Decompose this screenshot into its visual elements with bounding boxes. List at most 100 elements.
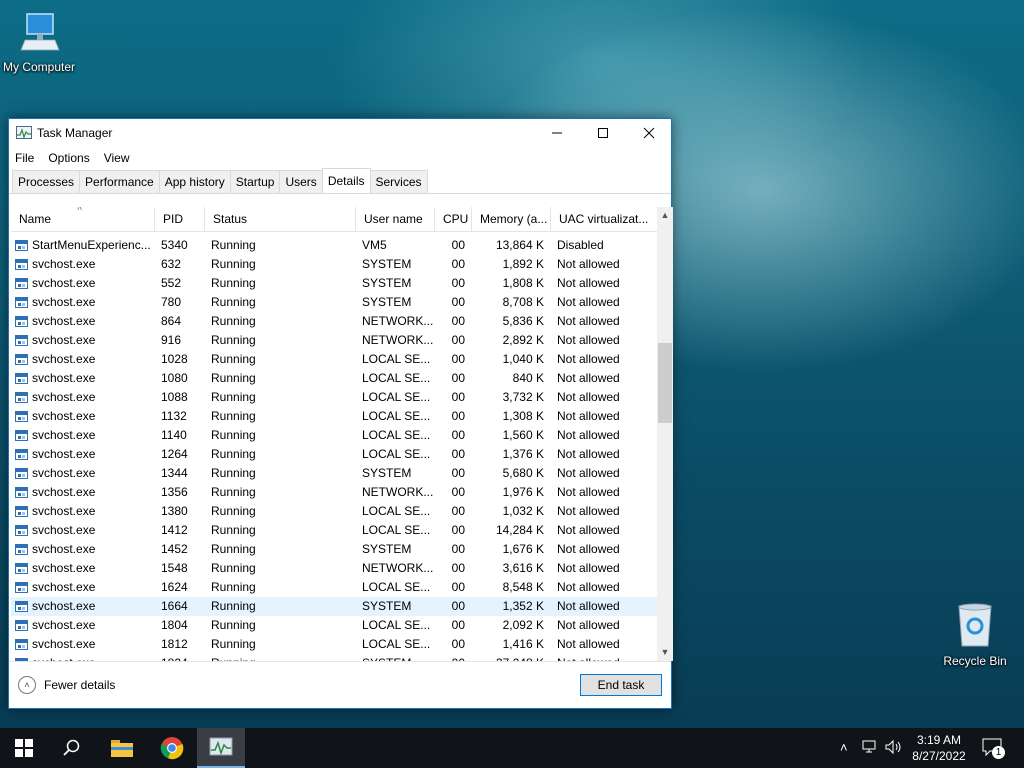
notification-button[interactable]: 1 — [982, 738, 1006, 760]
table-row[interactable]: svchost.exe 780 Running SYSTEM 00 8,708 K Not … — [11, 293, 657, 312]
process-icon — [15, 601, 28, 612]
table-row[interactable]: svchost.exe 1548 Running NETWORK... 00 3,616 … — [11, 559, 657, 578]
tab-details[interactable]: Details — [321, 168, 371, 193]
cell-cpu: 00 — [435, 654, 472, 661]
desktop-icon-recycle-bin[interactable]: Recycle Bin — [930, 602, 1020, 668]
process-name: svchost.exe — [32, 257, 96, 271]
column-header-status[interactable]: Status — [205, 207, 356, 231]
table-row[interactable]: svchost.exe 632 Running SYSTEM 00 1,892 K Not … — [11, 255, 657, 274]
table-row[interactable]: svchost.exe 1132 Running LOCAL SE... 00 1,308… — [11, 407, 657, 426]
table-row[interactable]: svchost.exe 1264 Running LOCAL SE... 00 1,376… — [11, 445, 657, 464]
column-header-user[interactable]: User name — [356, 207, 435, 231]
table-row[interactable]: svchost.exe 1080 Running LOCAL SE... 00 840 K… — [11, 369, 657, 388]
process-name: svchost.exe — [32, 371, 96, 385]
process-name: svchost.exe — [32, 561, 96, 575]
process-name: svchost.exe — [32, 295, 96, 309]
column-header-cpu[interactable]: CPU — [435, 207, 472, 231]
column-header-uac[interactable]: UAC virtualizat... — [551, 207, 657, 231]
column-header-pid[interactable]: PID — [155, 207, 205, 231]
cell-memory: 2,892 K — [502, 333, 544, 347]
column-header-memory[interactable]: Memory (a... — [472, 207, 551, 231]
table-row[interactable]: svchost.exe 552 Running SYSTEM 00 1,808 K Not … — [11, 274, 657, 293]
process-name: svchost.exe — [32, 447, 96, 461]
tab-performance[interactable]: Performance — [79, 170, 160, 193]
cell-memory: 840 K — [512, 371, 544, 385]
start-button[interactable] — [0, 728, 48, 768]
table-row[interactable]: StartMenuExperienc... 5340 Running VM5 00 13,… — [11, 236, 657, 255]
menu-view[interactable]: View — [104, 151, 137, 165]
table-row[interactable]: svchost.exe 1088 Running LOCAL SE... 00 3,732… — [11, 388, 657, 407]
taskbar-task-manager[interactable] — [197, 728, 245, 768]
cell-user-name: SYSTEM — [362, 295, 412, 309]
volume-icon[interactable] — [885, 739, 903, 757]
cell-uac-virtualization: Not allowed — [551, 654, 657, 661]
tab-strip: Processes Performance App history Startu… — [9, 168, 671, 194]
desktop-icon-my-computer[interactable]: My Computer — [0, 10, 84, 74]
search-button[interactable] — [48, 728, 96, 768]
cell-status: Running — [211, 599, 256, 613]
table-row[interactable]: svchost.exe 1344 Running SYSTEM 00 5,680 K Not… — [11, 464, 657, 483]
taskbar-chrome[interactable] — [148, 728, 196, 768]
scrollbar-thumb[interactable] — [658, 343, 672, 423]
table-row[interactable]: svchost.exe 1664 Running SYSTEM 00 1,352 K Not… — [11, 597, 657, 616]
cell-uac-virtualization: Not allowed — [557, 447, 620, 461]
table-row[interactable]: svchost.exe 1452 Running SYSTEM 00 1,676 K Not… — [11, 540, 657, 559]
table-row[interactable]: svchost.exe 916 Running NETWORK... 00 2,892 K… — [11, 331, 657, 350]
process-name: svchost.exe — [32, 409, 96, 423]
cell-status: Running — [211, 580, 256, 594]
table-header: ˄ Name PID Status User name CPU Memory (… — [11, 207, 657, 232]
cell-user-name: NETWORK... — [362, 314, 434, 328]
cell-status: Running — [211, 257, 256, 271]
cell-name: svchost.exe — [11, 483, 155, 502]
cell-uac-virtualization: Not allowed — [557, 466, 620, 480]
taskbar: ˄ 3:19 AM 8/27/2022 1 — [0, 728, 1024, 768]
table-row[interactable]: svchost.exe 1356 Running NETWORK... 00 1,976 … — [11, 483, 657, 502]
cell-status: Running — [211, 409, 256, 423]
network-icon[interactable] — [862, 740, 878, 757]
cell-cpu: 00 — [451, 637, 465, 651]
process-name: svchost.exe — [32, 276, 96, 290]
tab-startup[interactable]: Startup — [229, 170, 281, 193]
column-header-name[interactable]: Name — [11, 207, 155, 231]
process-name: svchost.exe — [32, 333, 96, 347]
tab-app-history[interactable]: App history — [158, 170, 231, 193]
fewer-details-link[interactable]: ˄ Fewer details — [18, 676, 115, 694]
table-row[interactable]: svchost.exe 864 Running NETWORK... 00 5,836 K… — [11, 312, 657, 331]
scroll-up-icon[interactable]: ▲ — [657, 207, 673, 224]
cell-status: Running — [205, 654, 356, 661]
show-hidden-icons-icon[interactable]: ˄ — [840, 740, 848, 755]
cell-uac-virtualization: Not allowed — [557, 542, 620, 556]
title-bar[interactable]: Task Manager — [9, 119, 671, 147]
table-row[interactable]: svchost.exe 1412 Running LOCAL SE... 00 14,28… — [11, 521, 657, 540]
table-row[interactable]: svchost.exe 1824RunningSYSTEM0037,248 KNo… — [11, 654, 657, 661]
task-manager-icon — [16, 126, 32, 139]
tab-services[interactable]: Services — [369, 170, 428, 193]
close-button[interactable] — [626, 119, 672, 147]
process-icon — [15, 278, 28, 289]
taskbar-file-explorer[interactable] — [98, 728, 146, 768]
tab-processes[interactable]: Processes — [12, 170, 81, 193]
cell-memory: 8,548 K — [502, 580, 544, 594]
cell-name: svchost.exe — [11, 540, 155, 559]
end-task-button[interactable]: End task — [580, 674, 662, 696]
maximize-button[interactable] — [580, 119, 626, 147]
cell-pid: 632 — [161, 257, 182, 271]
table-row[interactable]: svchost.exe 1380 Running LOCAL SE... 00 1,032… — [11, 502, 657, 521]
process-name: svchost.exe — [32, 618, 96, 632]
cell-cpu: 00 — [451, 504, 465, 518]
table-row[interactable]: svchost.exe 1624 Running LOCAL SE... 00 8,548… — [11, 578, 657, 597]
cell-user-name: LOCAL SE... — [362, 618, 431, 632]
menu-options[interactable]: Options — [48, 151, 96, 165]
cell-user-name: NETWORK... — [362, 333, 434, 347]
scroll-down-icon[interactable]: ▼ — [657, 644, 673, 661]
table-row[interactable]: svchost.exe 1804 Running LOCAL SE... 00 2,092… — [11, 616, 657, 635]
table-row[interactable]: svchost.exe 1812 Running LOCAL SE... 00 1,416… — [11, 635, 657, 654]
table-row[interactable]: svchost.exe 1028 Running LOCAL SE... 00 1,040… — [11, 350, 657, 369]
table-row[interactable]: svchost.exe 1140 Running LOCAL SE... 00 1,560… — [11, 426, 657, 445]
clock[interactable]: 3:19 AM 8/27/2022 — [908, 732, 970, 764]
search-icon — [63, 739, 80, 756]
vertical-scrollbar[interactable]: ▲ ▼ — [657, 207, 673, 661]
minimize-button[interactable] — [534, 119, 580, 147]
tab-users[interactable]: Users — [279, 170, 323, 193]
menu-file[interactable]: File — [15, 151, 41, 165]
